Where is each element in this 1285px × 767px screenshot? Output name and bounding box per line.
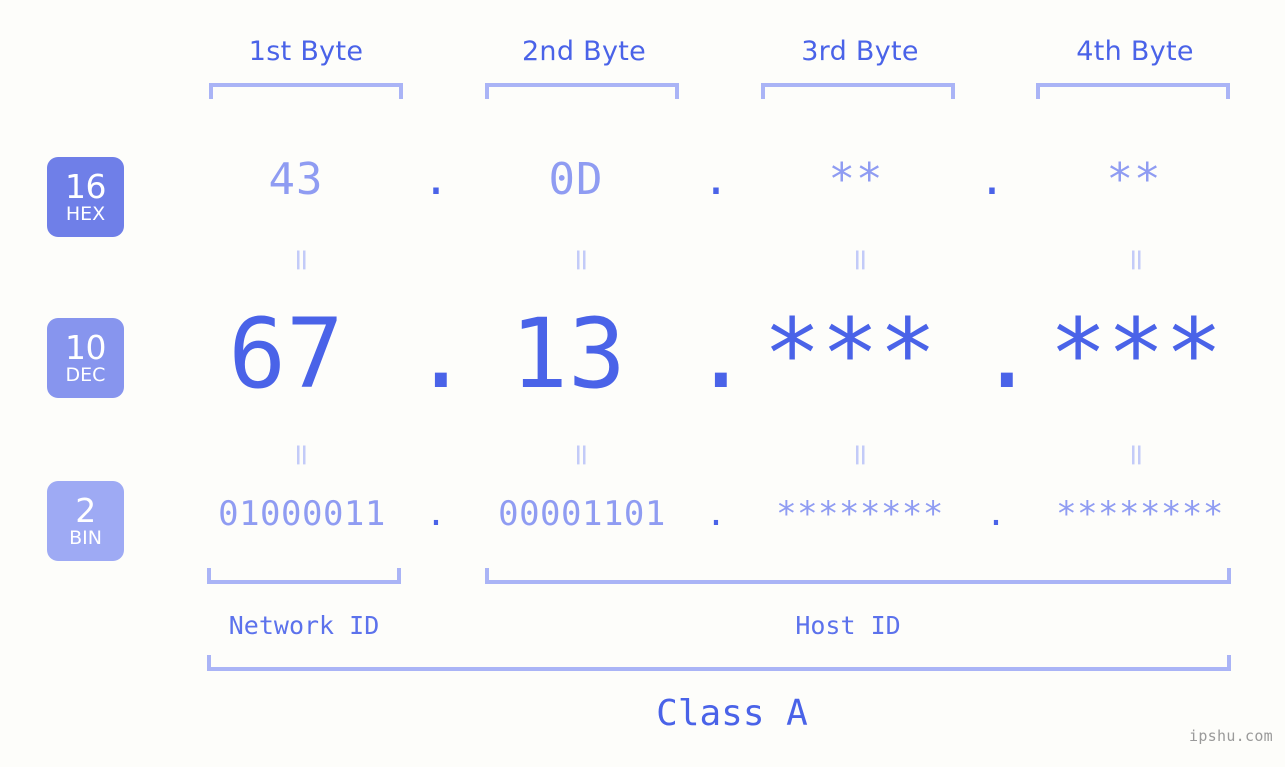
base-badge-dec-name: DEC	[65, 363, 106, 386]
class-bracket	[207, 655, 1231, 671]
base-badge-dec[interactable]: 10 DEC	[47, 318, 124, 398]
dec-separator-1: .	[412, 298, 470, 410]
byte-header-4: 4th Byte	[1076, 36, 1194, 67]
base-badge-bin-name: BIN	[69, 526, 102, 549]
byte-bracket-2	[485, 83, 679, 99]
bin-byte-3: ********	[776, 494, 944, 534]
hex-separator-2: .	[702, 154, 730, 205]
ip-address-breakdown-diagram: 1st Byte 2nd Byte 3rd Byte 4th Byte 16 H…	[0, 0, 1285, 767]
byte-header-3: 3rd Byte	[801, 36, 919, 67]
site-watermark: ipshu.com	[1189, 727, 1273, 745]
base-badge-hex[interactable]: 16 HEX	[47, 157, 124, 237]
bin-byte-4: ********	[1056, 494, 1224, 534]
hex-separator-1: .	[422, 154, 450, 205]
class-label: Class A	[656, 693, 808, 734]
byte-bracket-4	[1036, 83, 1230, 99]
network-id-label: Network ID	[228, 611, 380, 640]
bin-byte-2: 00001101	[498, 494, 666, 534]
bin-separator-2: .	[705, 494, 727, 534]
base-badge-hex-name: HEX	[65, 202, 106, 225]
bin-separator-1: .	[425, 494, 447, 534]
host-id-label: Host ID	[795, 611, 901, 640]
bin-separator-3: .	[985, 494, 1007, 534]
hex-separator-3: .	[978, 154, 1006, 205]
host-id-bracket	[485, 568, 1231, 584]
base-badge-dec-radix: 10	[65, 327, 107, 367]
dec-separator-3: .	[978, 298, 1036, 410]
base-badge-hex-radix: 16	[65, 166, 107, 206]
base-badge-bin-radix: 2	[75, 490, 96, 530]
dec-separator-2: .	[692, 298, 750, 410]
base-badge-bin[interactable]: 2 BIN	[47, 481, 124, 561]
bin-byte-1: 01000011	[218, 494, 386, 534]
byte-header-1: 1st Byte	[248, 36, 364, 67]
byte-bracket-1	[209, 83, 403, 99]
byte-header-2: 2nd Byte	[521, 36, 647, 67]
byte-bracket-3	[761, 83, 955, 99]
network-id-bracket	[207, 568, 401, 584]
